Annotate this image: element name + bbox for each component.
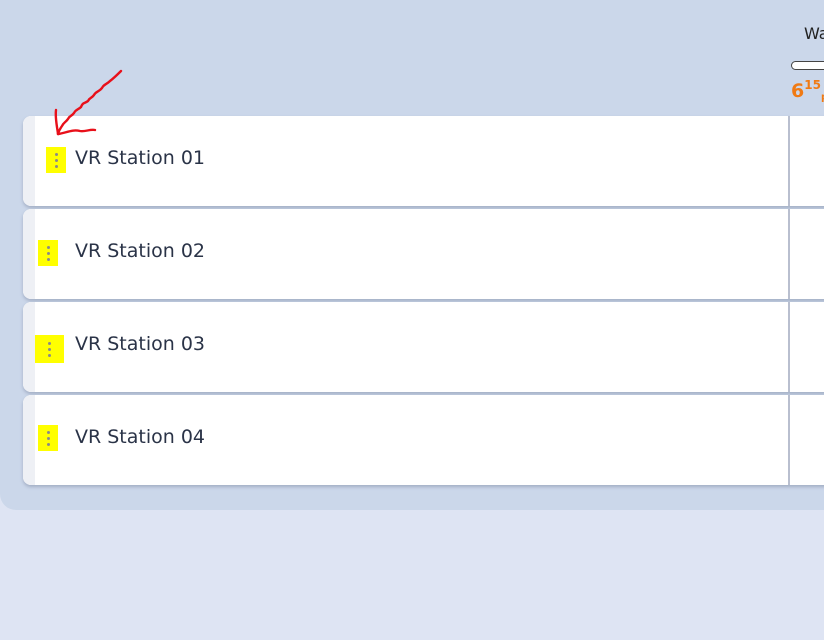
row-edge: [23, 209, 35, 299]
time-hour: 6: [791, 80, 805, 102]
column-divider: [788, 209, 790, 299]
drag-handle-icon[interactable]: [35, 335, 64, 363]
station-row[interactable]: VR Station 04: [23, 395, 824, 485]
time-label: 615pm: [791, 78, 824, 103]
drag-handle-icon[interactable]: [38, 425, 58, 451]
station-row[interactable]: VR Station 01: [23, 116, 824, 206]
time-minutes: 15: [804, 78, 821, 92]
row-edge: [23, 302, 35, 392]
row-edge: [23, 116, 35, 206]
time-slider[interactable]: [791, 61, 824, 70]
row-edge: [23, 395, 35, 485]
column-divider: [788, 116, 790, 206]
station-row[interactable]: VR Station 02: [23, 209, 824, 299]
column-divider: [788, 302, 790, 392]
station-name: VR Station 01: [75, 147, 206, 169]
drag-handle-icon[interactable]: [38, 240, 58, 266]
station-name: VR Station 02: [75, 240, 206, 262]
station-name: VR Station 04: [75, 426, 206, 448]
column-header: Wa: [804, 24, 824, 43]
drag-handle-icon[interactable]: [46, 147, 66, 173]
station-list: VR Station 01 VR Station 02 VR Station 0…: [23, 116, 824, 488]
column-divider: [788, 395, 790, 485]
red-arrow-icon: [54, 69, 123, 136]
station-row[interactable]: VR Station 03: [23, 302, 824, 392]
station-name: VR Station 03: [75, 333, 206, 355]
